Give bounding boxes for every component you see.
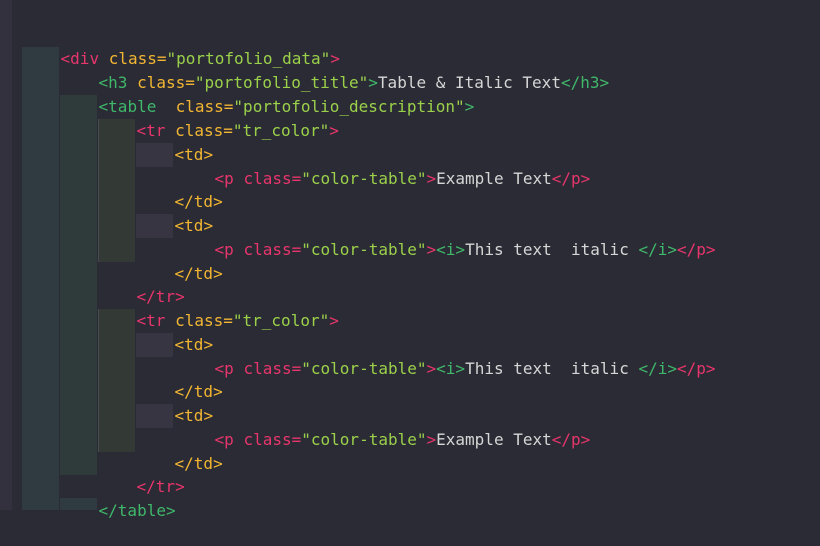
- text-content: This text italic: [465, 239, 639, 259]
- code-line-6[interactable]: <p class="color-table">Example Text</p>: [176, 143, 591, 188]
- tag-name: i: [657, 358, 668, 378]
- tag-name: p: [571, 429, 581, 449]
- tag-bracket: >: [213, 453, 223, 473]
- tag-name: p: [696, 358, 706, 378]
- attr-eq: =: [291, 429, 302, 449]
- tag-bracket: >: [426, 168, 437, 188]
- gutter-strip: [0, 0, 12, 510]
- indent-guide-level-2: [60, 95, 97, 475]
- tag-bracket: </: [677, 358, 697, 378]
- code-line-10[interactable]: </td>: [136, 238, 223, 283]
- attr-eq: =: [291, 168, 302, 188]
- code-line-16[interactable]: <td>: [136, 380, 214, 425]
- indent-guide-level-1: [22, 47, 59, 510]
- tag-name: p: [224, 168, 234, 188]
- tag-bracket: >: [705, 239, 716, 259]
- tag-bracket: >: [455, 358, 466, 378]
- tag-bracket: >: [426, 239, 437, 259]
- tag-bracket: </: [551, 168, 571, 188]
- tag-bracket: >: [667, 358, 677, 378]
- code-line-8[interactable]: <td>: [136, 190, 214, 235]
- tag-name: i: [657, 239, 668, 259]
- code-line-13[interactable]: <td>: [136, 309, 214, 354]
- code-line-14[interactable]: <p class="color-table"><i>This text ital…: [176, 333, 716, 378]
- attr-name: class: [243, 358, 292, 378]
- code-line-2[interactable]: <h3 class="portofolio_title">Table & Ita…: [60, 47, 610, 92]
- attr-eq: =: [223, 310, 233, 330]
- tag-bracket: <: [436, 239, 446, 259]
- code-line-15[interactable]: </td>: [136, 356, 223, 401]
- code-line-18[interactable]: </td>: [136, 428, 223, 473]
- tag-bracket: >: [329, 310, 339, 330]
- code-line-17[interactable]: <p class="color-table">Example Text</p>: [176, 404, 591, 449]
- tag-name: p: [571, 168, 581, 188]
- attr-name: class: [243, 429, 292, 449]
- attr-value: "tr_color": [232, 120, 330, 140]
- attr-eq: =: [291, 358, 302, 378]
- tag-bracket: </: [677, 239, 697, 259]
- tag-bracket: </: [98, 500, 118, 520]
- tag-bracket: >: [213, 263, 223, 283]
- code-line-20[interactable]: </table>: [60, 475, 176, 520]
- code-line-1[interactable]: <div class="portofolio_data">: [22, 23, 340, 68]
- tag-name: p: [224, 429, 234, 449]
- tag-name: p: [696, 239, 706, 259]
- tag-bracket: >: [175, 476, 185, 496]
- code-line-19[interactable]: </tr>: [98, 451, 185, 496]
- tag-bracket: >: [213, 191, 223, 211]
- tag-bracket: >: [580, 429, 591, 449]
- text-content: Example Text: [436, 429, 552, 449]
- tag-name: td: [193, 453, 214, 473]
- attr-value: "color-table": [301, 358, 427, 378]
- tag-bracket: >: [426, 429, 437, 449]
- code-line-7[interactable]: </td>: [136, 166, 223, 211]
- tag-bracket: >: [464, 96, 475, 116]
- tag-name: td: [193, 263, 214, 283]
- tag-bracket: >: [329, 120, 339, 140]
- attr-name: class: [243, 239, 292, 259]
- code-line-11[interactable]: </tr>: [98, 261, 185, 306]
- attr-eq: =: [291, 239, 302, 259]
- code-editor[interactable]: <div class="portofolio_data"> <h3 class=…: [0, 0, 820, 520]
- tag-bracket: >: [455, 239, 466, 259]
- tag-name: i: [445, 358, 456, 378]
- tag-name: table: [117, 500, 166, 520]
- code-line-4[interactable]: <tr class="tr_color">: [98, 95, 339, 140]
- attr-name: class: [243, 168, 292, 188]
- tag-bracket: >: [667, 239, 677, 259]
- tag-bracket: </: [560, 72, 581, 92]
- tag-bracket: >: [599, 72, 610, 92]
- tag-name: h3: [580, 72, 600, 92]
- text-content: This text italic: [465, 358, 639, 378]
- code-line-12[interactable]: <tr class="tr_color">: [98, 285, 339, 330]
- tag-name: p: [224, 239, 234, 259]
- tag-bracket: </: [551, 429, 571, 449]
- text-content: Example Text: [436, 168, 552, 188]
- tag-name: p: [224, 358, 234, 378]
- attr-value: "color-table": [301, 239, 427, 259]
- tag-bracket: <: [436, 358, 446, 378]
- code-line-5[interactable]: <td>: [136, 119, 214, 164]
- attr-value: "color-table": [301, 429, 427, 449]
- attr-value: "color-table": [301, 168, 427, 188]
- code-line-3[interactable]: <table class="portofolio_description">: [60, 71, 475, 116]
- tag-bracket: >: [165, 500, 176, 520]
- attr-value: "tr_color": [232, 310, 330, 330]
- attr-eq: =: [223, 120, 233, 140]
- tag-bracket: </: [638, 239, 658, 259]
- tag-bracket: </: [638, 358, 658, 378]
- tag-bracket: >: [213, 381, 223, 401]
- code-line-9[interactable]: <p class="color-table"><i>This text ital…: [176, 214, 716, 259]
- tag-bracket: >: [426, 358, 437, 378]
- tag-bracket: >: [705, 358, 716, 378]
- tag-name: i: [445, 239, 456, 259]
- tag-bracket: >: [580, 168, 591, 188]
